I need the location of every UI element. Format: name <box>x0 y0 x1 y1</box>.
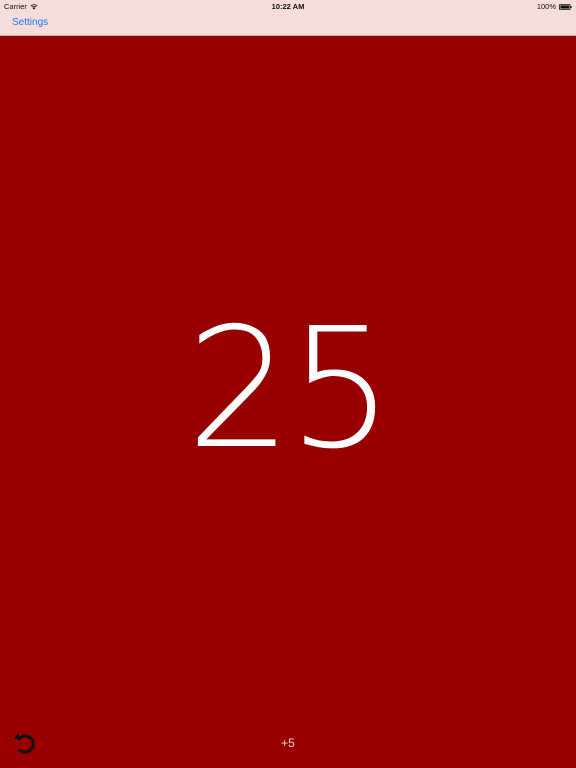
bottom-bar: +5 <box>0 724 576 768</box>
counter-value[interactable]: 25 <box>0 300 576 480</box>
increment-label[interactable]: +5 <box>0 736 576 750</box>
top-bar: Carrier 10:22 AM 100% Settings <box>0 0 576 36</box>
battery-percent: 100% <box>536 2 556 11</box>
settings-button[interactable]: Settings <box>12 17 48 28</box>
navigation-bar: Settings <box>0 12 576 36</box>
status-bar: Carrier 10:22 AM 100% <box>0 0 576 12</box>
app-screen: Carrier 10:22 AM 100% Settings 25 +5 <box>0 0 576 768</box>
battery-group: 100% <box>537 2 572 11</box>
battery-icon <box>559 3 572 10</box>
status-time: 10:22 AM <box>271 2 305 11</box>
